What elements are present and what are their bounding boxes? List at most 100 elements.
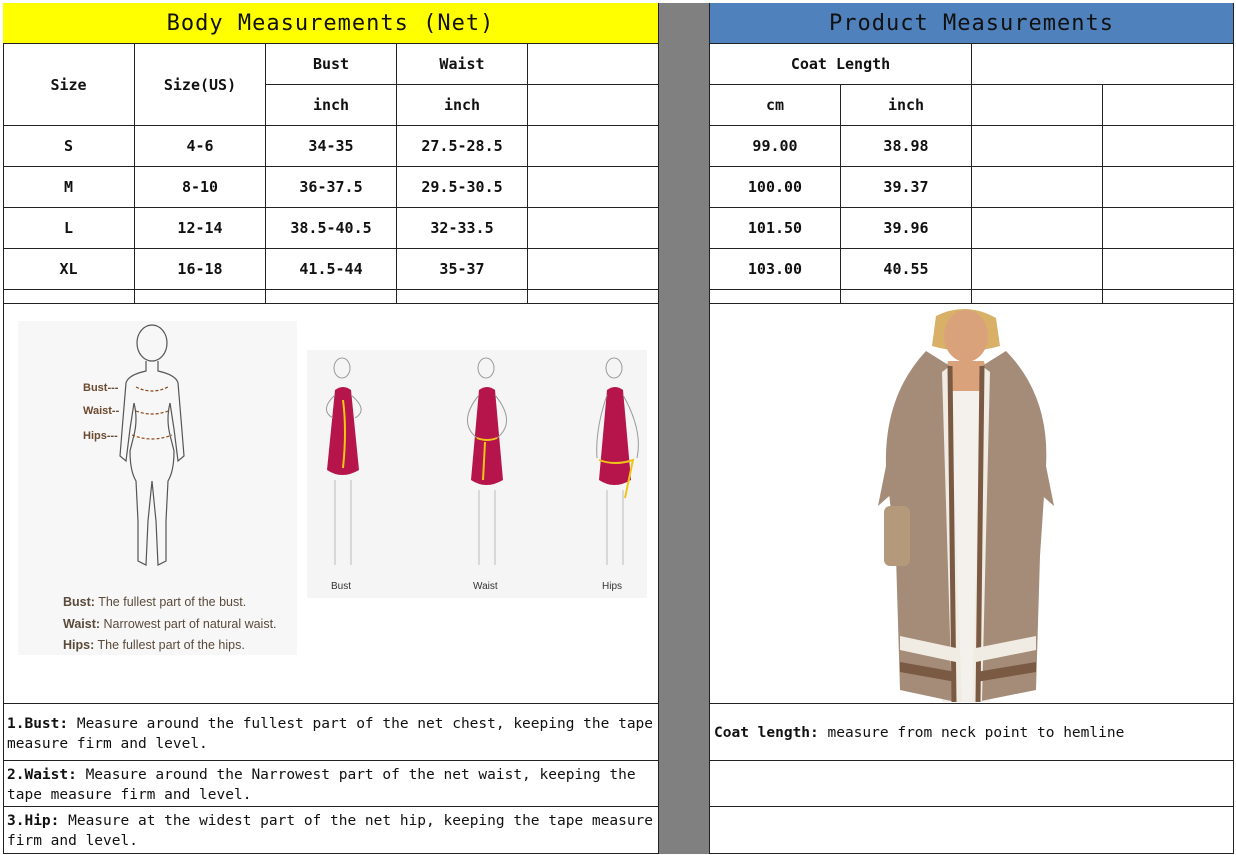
note-bust-term: 1.Bust: (7, 716, 69, 732)
hips-definition-term: Hips: (63, 638, 95, 652)
note-bust-text: Measure around the fullest part of the n… (7, 716, 654, 752)
spacer-cell (528, 290, 659, 304)
spacer-cell (135, 290, 266, 304)
cell-size: L (3, 208, 135, 249)
cell-empty (972, 126, 1103, 167)
spacer-cell (3, 290, 135, 304)
note-waist-term: 2.Waist: (7, 767, 77, 783)
note-hip-text: Measure at the widest part of the net hi… (7, 813, 654, 849)
cell-size: XL (3, 249, 135, 290)
cell-coat-inch: 40.55 (841, 249, 972, 290)
spacer-cell (1103, 290, 1234, 304)
cell-empty (528, 126, 659, 167)
bust-dress-figure (326, 357, 362, 565)
dress-measurement-figure: Bust Waist Hips (307, 350, 647, 598)
waist-mark: Waist-- (83, 405, 120, 417)
cell-size-us: 4-6 (135, 126, 266, 167)
caption-waist: Waist (473, 581, 498, 592)
cell-bust: 36-37.5 (266, 167, 397, 208)
empty-note-cell (710, 761, 1234, 807)
cell-size: S (3, 126, 135, 167)
bust-mark: Bust--- (83, 382, 119, 394)
empty-note-cell (710, 807, 1234, 854)
cell-coat-inch: 39.37 (841, 167, 972, 208)
body-outline-drawing (119, 324, 185, 566)
body-outline-figure: Bust--- Waist-- Hips--- Bust: The fulles… (18, 321, 297, 655)
bust-definition-term: Bust: (63, 595, 95, 609)
cell-empty (972, 167, 1103, 208)
cell-empty (528, 249, 659, 290)
col-size-us: Size(US) (135, 44, 266, 126)
separator-column (659, 3, 710, 854)
empty-header-cell (972, 44, 1234, 85)
empty-header-cell (972, 85, 1103, 126)
cell-coat-cm: 100.00 (710, 167, 841, 208)
cell-coat-cm: 99.00 (710, 126, 841, 167)
body-measurements-header: Body Measurements (Net) (3, 3, 659, 44)
note-coat-length: Coat length: measure from neck point to … (710, 704, 1234, 761)
cell-waist: 32-33.5 (397, 208, 528, 249)
spacer-cell (266, 290, 397, 304)
hips-definition-text: The fullest part of the hips. (97, 638, 245, 652)
note-hip-term: 3.Hip: (7, 813, 60, 829)
cell-empty (1103, 249, 1234, 290)
note-waist: 2.Waist: Measure around the Narrowest pa… (3, 761, 659, 807)
cell-bust: 41.5-44 (266, 249, 397, 290)
cell-bust: 34-35 (266, 126, 397, 167)
col-coat-length: Coat Length (710, 44, 972, 85)
note-bust: 1.Bust: Measure around the fullest part … (3, 704, 659, 761)
empty-header-cell (528, 44, 659, 85)
cell-empty (528, 208, 659, 249)
cell-size-us: 16-18 (135, 249, 266, 290)
unit-bust: inch (266, 85, 397, 126)
empty-header-cell (528, 85, 659, 126)
cell-waist: 29.5-30.5 (397, 167, 528, 208)
cell-empty (1103, 208, 1234, 249)
unit-inch: inch (841, 85, 972, 126)
hips-mark: Hips--- (83, 430, 118, 442)
hips-definition: Hips: The fullest part of the hips. (63, 638, 245, 652)
cell-size-us: 8-10 (135, 167, 266, 208)
cell-empty (972, 249, 1103, 290)
cell-empty (972, 208, 1103, 249)
cell-size: M (3, 167, 135, 208)
dress-figures-drawing (326, 357, 639, 565)
caption-bust: Bust (331, 581, 352, 592)
cell-waist: 27.5-28.5 (397, 126, 528, 167)
col-size: Size (3, 44, 135, 126)
unit-cm: cm (710, 85, 841, 126)
note-coat-length-text: measure from neck point to hemline (818, 725, 1125, 741)
cell-empty (1103, 167, 1234, 208)
cell-size-us: 12-14 (135, 208, 266, 249)
waist-dress-figure (467, 357, 507, 565)
note-waist-text: Measure around the Narrowest part of the… (7, 767, 636, 803)
product-measurements-header: Product Measurements (710, 3, 1234, 44)
cell-waist: 35-37 (397, 249, 528, 290)
cell-empty (528, 167, 659, 208)
waist-definition-term: Waist: (63, 617, 101, 631)
spacer-cell (397, 290, 528, 304)
cell-empty (1103, 126, 1234, 167)
cell-coat-cm: 103.00 (710, 249, 841, 290)
spacer-cell (710, 290, 841, 304)
empty-header-cell (1103, 85, 1234, 126)
waist-definition: Waist: Narrowest part of natural waist. (63, 617, 277, 631)
col-bust: Bust (266, 44, 397, 85)
handbag (884, 506, 910, 566)
note-coat-length-term: Coat length: (714, 725, 819, 741)
waist-definition-text: Narrowest part of natural waist. (103, 617, 277, 631)
spacer-cell (841, 290, 972, 304)
face (944, 310, 988, 362)
spacer-cell (972, 290, 1103, 304)
note-hip: 3.Hip: Measure at the widest part of the… (3, 807, 659, 854)
bust-definition: Bust: The fullest part of the bust. (63, 595, 246, 609)
col-waist: Waist (397, 44, 528, 85)
bust-definition-text: The fullest part of the bust. (98, 595, 247, 609)
cell-coat-cm: 101.50 (710, 208, 841, 249)
unit-waist: inch (397, 85, 528, 126)
cell-bust: 38.5-40.5 (266, 208, 397, 249)
caption-hips: Hips (602, 581, 623, 592)
hips-dress-figure (596, 357, 639, 565)
cell-coat-inch: 39.96 (841, 208, 972, 249)
product-photo (878, 308, 1054, 702)
